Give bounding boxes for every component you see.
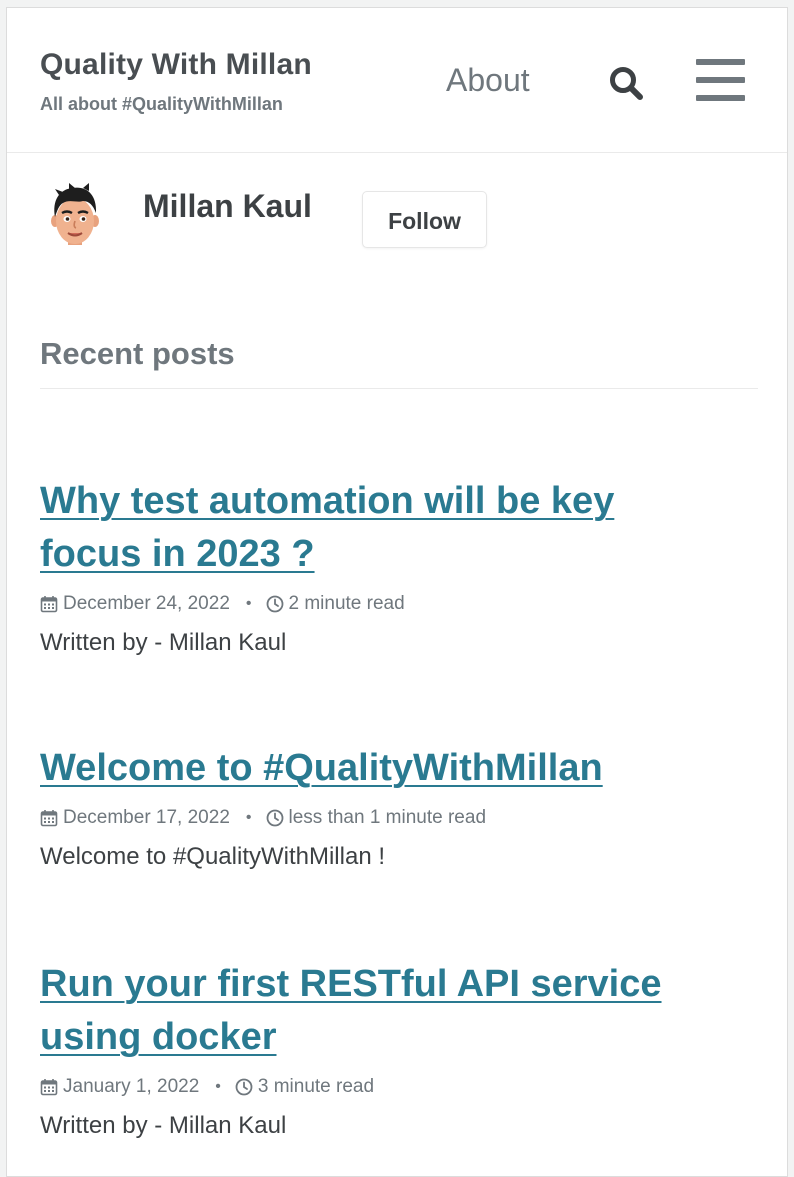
post-date: December 24, 2022 (63, 593, 230, 614)
post-item: Why test automation will be key focus in… (40, 475, 760, 657)
hamburger-menu-icon-bar-top (696, 59, 745, 65)
meta-separator: • (245, 809, 252, 826)
calendar-icon (40, 1079, 58, 1096)
post-item: Run your first RESTful API service using… (40, 958, 760, 1140)
post-read-time: 2 minute read (288, 593, 405, 614)
hamburger-menu-button[interactable] (696, 59, 745, 101)
calendar-icon (40, 596, 58, 613)
post-title-link[interactable]: Welcome to #QualityWithMillan (40, 742, 760, 795)
post-item: Welcome to #QualityWithMillan December 1… (40, 742, 760, 871)
post-title-line: focus in 2023 ? (40, 533, 315, 575)
site-title[interactable]: Quality With Millan (40, 48, 312, 82)
recent-posts-heading: Recent posts (40, 336, 235, 371)
post-read-time: less than 1 minute read (288, 807, 487, 828)
clock-icon (235, 1078, 253, 1096)
clock-icon (266, 595, 283, 613)
post-read-time: 3 minute read (257, 1076, 375, 1097)
site-subtitle: All about #QualityWithMillan (40, 94, 283, 114)
post-title-line: Why test automation will be key (40, 480, 615, 522)
meta-separator: • (215, 1078, 221, 1095)
clock-icon (266, 809, 283, 827)
post-date: January 1, 2022 (63, 1076, 200, 1097)
masthead: Quality With Millan All about #QualityWi… (7, 8, 787, 153)
post-meta: December 24, 2022 • 2 minute read (40, 591, 760, 617)
calendar-icon (40, 810, 58, 827)
hamburger-menu-icon-bar-bottom (696, 95, 745, 101)
follow-button[interactable]: Follow (362, 191, 487, 248)
post-excerpt: Welcome to #QualityWithMillan ! (40, 843, 385, 870)
avatar-icon (51, 183, 99, 245)
post-meta: December 17, 2022 • less than 1 minute r… (40, 805, 760, 831)
search-icon (610, 67, 643, 100)
avatar (47, 183, 103, 253)
post-title-line: using docker (40, 1016, 277, 1058)
post-meta: January 1, 2022 • 3 minute read (40, 1074, 760, 1100)
nav-about-link[interactable]: About (446, 62, 530, 99)
post-excerpt: Written by - Millan Kaul (40, 629, 287, 656)
post-title-link[interactable]: Why test automation will be key focus in… (40, 475, 760, 581)
post-title-line: Run your first RESTful API service (40, 963, 662, 1005)
hamburger-menu-icon-bar-middle (696, 77, 745, 83)
post-title-line: Welcome to #QualityWithMillan (40, 747, 603, 789)
recent-posts-divider (40, 388, 758, 389)
search-button[interactable] (607, 64, 647, 104)
author-name: Millan Kaul (143, 188, 312, 224)
post-date: December 17, 2022 (63, 807, 230, 828)
page-frame: Quality With Millan All about #QualityWi… (6, 7, 788, 1177)
meta-separator: • (245, 595, 252, 612)
post-title-link[interactable]: Run your first RESTful API service using… (40, 958, 760, 1064)
post-excerpt: Written by - Millan Kaul (40, 1112, 287, 1139)
